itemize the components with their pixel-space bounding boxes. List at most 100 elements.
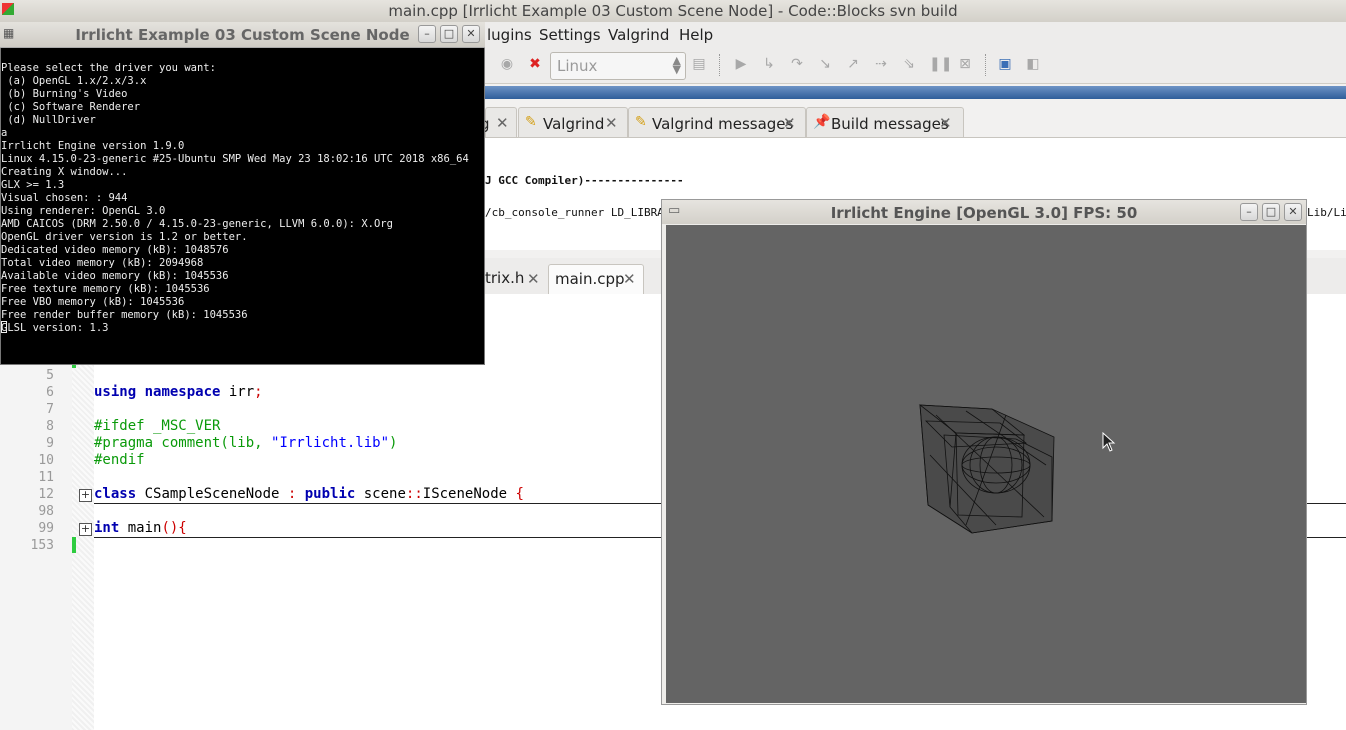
code-line-8: #ifdef _MSC_VER (94, 418, 221, 434)
console-cursor (1, 321, 7, 333)
menu-help[interactable]: Help (679, 26, 713, 44)
toolbar-separator (985, 54, 987, 76)
menu-plugins[interactable]: lugins (487, 26, 532, 44)
fold-plus-icon[interactable]: + (79, 489, 92, 502)
console-line: Total video memory (kB): 2094968 (1, 257, 204, 269)
console-window-title: Irrlicht Example 03 Custom Scene Node (75, 26, 410, 44)
irrlicht-window-title: Irrlicht Engine [OpenGL 3.0] FPS: 50 (830, 204, 1138, 222)
minimize-icon[interactable]: – (1240, 203, 1258, 221)
run-to-cursor-icon[interactable]: ↳ (761, 56, 777, 72)
console-title-bar[interactable]: ▦ Irrlicht Example 03 Custom Scene Node … (0, 22, 485, 48)
debug-windows-icon[interactable]: ▣ (997, 56, 1013, 72)
line-number: 12 (38, 487, 54, 502)
pause-icon[interactable]: ❚❚ (929, 56, 952, 72)
close-icon[interactable]: ✕ (939, 114, 952, 132)
tab-label: main.cpp (555, 270, 625, 288)
close-icon[interactable]: ✕ (1284, 203, 1302, 221)
console-line: (b) Burning's Video (1, 88, 128, 100)
info-icon[interactable]: ◧ (1025, 56, 1041, 72)
console-output: Please select the driver you want: (a) O… (1, 49, 469, 348)
tab-valgrind[interactable]: ✎ Valgrind ✕ (518, 107, 628, 137)
close-icon[interactable]: ✕ (527, 270, 540, 288)
line-number: 7 (46, 402, 54, 417)
mouse-cursor-icon (1102, 432, 1116, 452)
log-line: /cb_console_runner LD_LIBRARY_ (485, 206, 684, 219)
step-into-icon[interactable]: ↘ (817, 56, 833, 72)
fold-plus-icon[interactable]: + (79, 523, 92, 536)
build-target-select[interactable]: Linux ▲ ▼ (550, 52, 686, 80)
tab-build-messages[interactable]: 📌 Build messages ✕ (806, 107, 964, 137)
build-options-icon[interactable]: ▤ (691, 56, 707, 72)
code-line-9: #pragma comment(lib, "Irrlicht.lib") (94, 435, 398, 451)
change-marker (72, 537, 76, 553)
close-icon[interactable]: ✕ (623, 270, 636, 288)
tab-partial[interactable]: g ✕ (480, 107, 517, 137)
line-number: 5 (46, 368, 54, 383)
next-instruction-icon[interactable]: ⇢ (873, 56, 889, 72)
console-line: Free VBO memory (kB): 1045536 (1, 296, 185, 308)
console-line: Free texture memory (kB): 1045536 (1, 283, 210, 295)
step-instruction-icon[interactable]: ⇘ (901, 56, 917, 72)
console-line: GLSL version: 1.3 (1, 322, 109, 334)
debug-run-icon[interactable]: ▶ (733, 56, 749, 72)
console-line: Linux 4.15.0-23-generic #25-Ubuntu SMP W… (1, 153, 469, 165)
note-icon: ✎ (635, 114, 647, 130)
console-line: Irrlicht Engine version 1.9.0 (1, 140, 185, 152)
console-line: AMD CAICOS (DRM 2.50.0 / 4.15.0-23-gener… (1, 218, 393, 230)
next-line-icon[interactable]: ↷ (789, 56, 805, 72)
line-number: 6 (46, 385, 54, 400)
menu-settings[interactable]: Settings (539, 26, 601, 44)
code-line-12: class CSampleSceneNode : public scene::I… (94, 486, 524, 502)
console-line: OpenGL driver version is 1.2 or better. (1, 231, 248, 243)
tab-label: Valgrind (543, 115, 605, 133)
close-icon[interactable]: ✕ (496, 114, 509, 132)
console-line: Please select the driver you want: (1, 62, 216, 74)
line-number: 98 (38, 504, 54, 519)
console-line: (d) NullDriver (1, 114, 96, 126)
irrlicht-title-bar[interactable]: ▭ Irrlicht Engine [OpenGL 3.0] FPS: 50 –… (662, 200, 1306, 224)
build-target-value: Linux (557, 57, 598, 75)
console-line: Dedicated video memory (kB): 1048576 (1, 244, 229, 256)
minimize-icon[interactable]: – (418, 25, 436, 43)
line-number: 8 (46, 419, 54, 434)
console-line: Free render buffer memory (kB): 1045536 (1, 309, 248, 321)
log-line: J GCC Compiler)--------------- (485, 174, 684, 187)
tab-label: Valgrind messages (652, 115, 794, 133)
close-icon[interactable]: ✕ (783, 114, 796, 132)
code-line-6: using namespace irr; (94, 384, 263, 400)
logs-header-strip (485, 86, 1346, 99)
tab-main-cpp[interactable]: main.cpp ✕ (548, 264, 644, 294)
line-number: 153 (30, 538, 54, 553)
console-line: GLX >= 1.3 (1, 179, 65, 191)
line-number: 10 (38, 453, 54, 468)
stop-debug-icon[interactable]: ⊠ (957, 56, 973, 72)
abort-icon[interactable]: ✖ (527, 56, 543, 72)
logs-tab-bar: g ✕ ✎ Valgrind ✕ ✎ Valgrind messages ✕ 📌… (480, 107, 1346, 137)
console-line: Available video memory (kB): 1045536 (1, 270, 229, 282)
maximize-icon[interactable]: □ (1262, 203, 1280, 221)
select-arrows-icon: ▲ ▼ (672, 54, 681, 76)
line-number: 11 (38, 470, 54, 485)
rebuild-icon[interactable]: ◉ (499, 56, 515, 72)
tab-trix-h[interactable]: trix.h ✕ (485, 264, 549, 293)
close-icon[interactable]: ✕ (605, 114, 618, 132)
line-number: 9 (46, 436, 54, 451)
tab-label: trix.h (485, 269, 525, 287)
render-viewport[interactable] (666, 225, 1306, 703)
maximize-icon[interactable]: □ (440, 25, 458, 43)
ide-window-title: main.cpp [Irrlicht Example 03 Custom Sce… (388, 2, 958, 20)
console-line: (c) Software Renderer (1, 101, 141, 113)
code-line-10: #endif (94, 452, 145, 468)
console-line: Visual chosen: : 944 (1, 192, 128, 204)
console-line: Using renderer: OpenGL 3.0 (1, 205, 166, 217)
menu-valgrind[interactable]: Valgrind (608, 26, 669, 44)
pin-icon: 📌 (813, 114, 831, 130)
wireframe-scene (918, 404, 1055, 534)
ide-title-bar: main.cpp [Irrlicht Example 03 Custom Sce… (0, 0, 1346, 23)
tab-valgrind-messages[interactable]: ✎ Valgrind messages ✕ (628, 107, 806, 137)
log-line-overflow: Lib/Lin (1307, 206, 1346, 219)
close-icon[interactable]: ✕ (462, 25, 480, 43)
console-line: a (1, 127, 8, 139)
console-line: Creating X window... (1, 166, 128, 178)
step-out-icon[interactable]: ↗ (845, 56, 861, 72)
